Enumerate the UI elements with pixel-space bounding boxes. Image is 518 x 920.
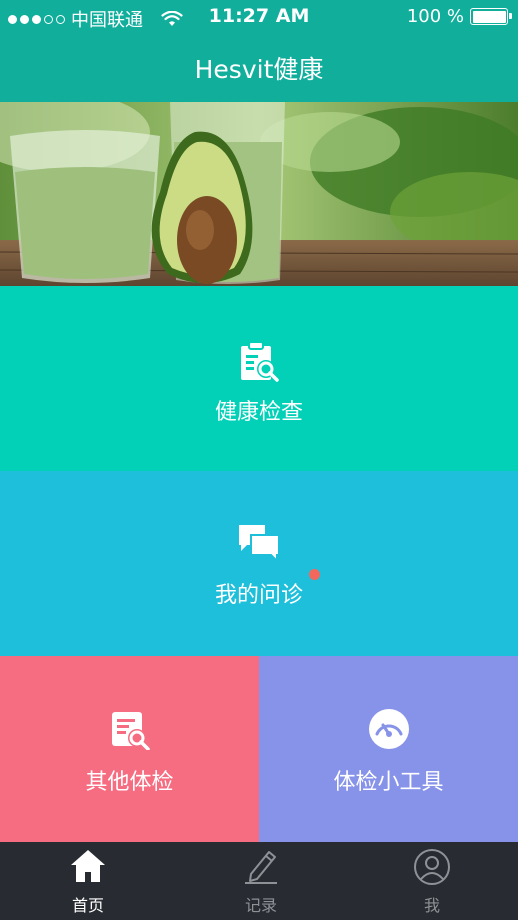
health-check-label: 健康检查 [214, 400, 303, 425]
home-icon [71, 850, 105, 882]
tab-me[interactable]: 我 [346, 842, 518, 920]
notification-badge [309, 569, 320, 580]
my-consultation-tile[interactable]: 我的问诊 [0, 471, 518, 656]
battery-percentage: 100 % [406, 6, 464, 27]
user-icon [414, 849, 450, 885]
tab-records-label: 记录 [244, 896, 277, 915]
pencil-icon [245, 851, 277, 884]
checkup-tools-tile[interactable]: 体检小工具 [259, 656, 518, 842]
banner-illustration [0, 102, 518, 286]
gauge-icon [368, 709, 409, 749]
other-checkup-tile[interactable]: 其他体检 [0, 656, 259, 842]
document-search-icon [111, 712, 150, 750]
tab-home-label: 首页 [71, 896, 104, 915]
status-right: 100 % [406, 6, 512, 27]
bottom-tab-bar: 首页 记录 我 [0, 842, 518, 920]
battery-icon [470, 8, 512, 25]
tab-home[interactable]: 首页 [2, 842, 174, 920]
app-header: 中国联通 11:27 AM 100 % Hesvit健康 [0, 0, 518, 102]
page-title: Hesvit健康 [194, 55, 324, 84]
tab-me-label: 我 [423, 896, 440, 915]
health-check-tile[interactable]: 健康检查 [0, 286, 518, 471]
checkup-tools-label: 体检小工具 [333, 770, 444, 795]
clipboard-search-icon [241, 341, 279, 382]
my-consultation-label: 我的问诊 [214, 583, 303, 608]
banner-image[interactable] [0, 102, 518, 286]
chat-bubbles-icon [239, 525, 280, 561]
other-checkup-label: 其他体检 [85, 770, 174, 795]
tab-records[interactable]: 记录 [175, 842, 347, 920]
status-bar: 中国联通 11:27 AM 100 % [0, 0, 518, 34]
